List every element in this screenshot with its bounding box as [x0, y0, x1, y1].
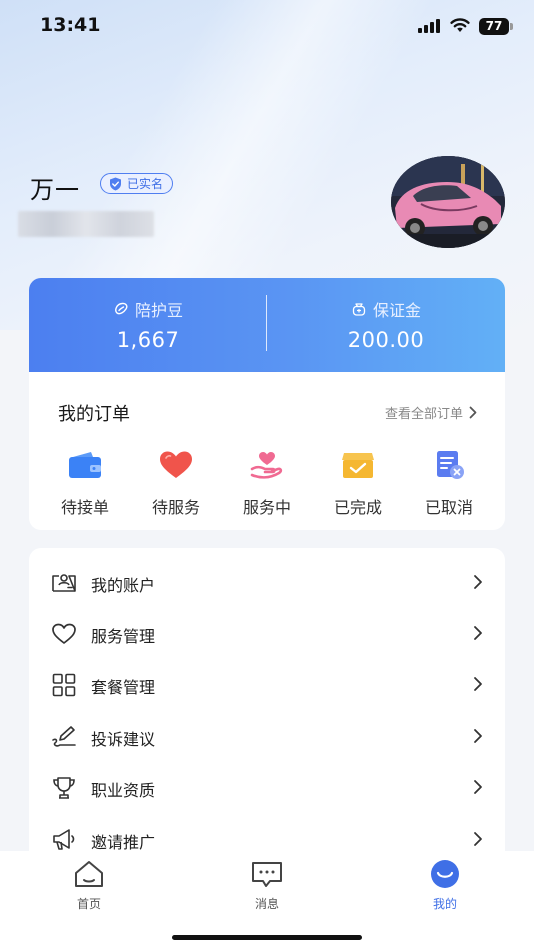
chevron-right-icon — [474, 729, 482, 743]
battery-level: 77 — [479, 18, 509, 35]
pen-feedback-icon — [52, 726, 76, 747]
verified-badge: 已实名 — [100, 173, 174, 194]
user-phone-blurred — [18, 211, 154, 237]
megaphone-icon — [53, 829, 75, 850]
chevron-right-icon — [474, 780, 482, 794]
heart-icon — [160, 451, 192, 478]
orders-card: 我的订单 查看全部订单 待接单 待服务 服务中 已完成 已取消 — [29, 372, 505, 530]
menu-label: 服务管理 — [91, 627, 156, 646]
home-icon — [75, 861, 103, 887]
menu-item-package-management[interactable]: 套餐管理 — [29, 660, 505, 710]
chevron-right-icon — [474, 626, 482, 640]
profile-smile-icon — [431, 860, 459, 888]
grid-icon — [52, 673, 76, 697]
menu-item-my-account[interactable]: 我的账户 — [29, 558, 505, 608]
beans-value: 1,667 — [116, 328, 180, 352]
tab-label: 我的 — [432, 897, 457, 911]
tab-profile[interactable]: 我的 — [400, 859, 490, 912]
beans-balance[interactable]: 陪护豆 1,667 — [29, 278, 267, 372]
order-label: 已取消 — [424, 498, 473, 517]
menu-card: 我的账户 服务管理 套餐管理 投诉建议 职业资质 邀请推广 — [29, 548, 505, 868]
menu-item-complaints[interactable]: 投诉建议 — [29, 712, 505, 762]
wallet-icon — [69, 452, 101, 478]
orders-title: 我的订单 — [58, 404, 130, 425]
hand-heart-icon — [250, 452, 283, 479]
deposit-value: 200.00 — [347, 328, 425, 352]
home-indicator — [172, 935, 362, 940]
order-label: 服务中 — [242, 498, 291, 517]
bean-icon — [115, 302, 128, 315]
menu-label: 套餐管理 — [91, 678, 156, 697]
view-all-orders-label: 查看全部订单 — [384, 407, 463, 422]
chevron-right-icon — [474, 832, 482, 846]
user-name: 万一 — [30, 176, 80, 204]
verified-label: 已实名 — [127, 177, 164, 191]
order-label: 待接单 — [60, 498, 109, 517]
heart-outline-icon — [52, 623, 76, 644]
avatar[interactable] — [391, 156, 505, 248]
balance-card: 陪护豆 1,667 保证金 200.00 — [29, 278, 505, 372]
order-cancelled[interactable]: 已取消 — [409, 450, 489, 518]
status-bar: 13:41 77 — [0, 0, 534, 54]
order-label: 待服务 — [151, 498, 200, 517]
tab-messages[interactable]: 消息 — [222, 859, 312, 912]
wifi-icon — [450, 18, 470, 32]
menu-item-qualifications[interactable]: 职业资质 — [29, 763, 505, 813]
status-time: 13:41 — [40, 14, 101, 36]
view-all-orders-link[interactable]: 查看全部订单 — [385, 403, 477, 422]
account-card-icon — [52, 574, 76, 592]
menu-label: 投诉建议 — [91, 730, 156, 749]
battery-icon: 77 — [479, 18, 513, 35]
deposit-balance[interactable]: 保证金 200.00 — [267, 278, 505, 372]
signal-icon — [418, 19, 442, 33]
trophy-icon — [53, 777, 75, 799]
tab-home[interactable]: 首页 — [44, 859, 134, 912]
menu-label: 职业资质 — [91, 781, 156, 800]
box-check-icon — [342, 453, 374, 478]
order-completed[interactable]: 已完成 — [318, 450, 398, 518]
doc-cancel-icon — [437, 451, 464, 479]
beans-label: 陪护豆 — [134, 301, 183, 320]
chevron-right-icon — [474, 677, 482, 691]
menu-label: 我的账户 — [91, 576, 156, 595]
deposit-label: 保证金 — [372, 301, 421, 320]
menu-item-service-management[interactable]: 服务管理 — [29, 609, 505, 659]
avatar-photo — [391, 156, 505, 248]
money-bag-icon — [352, 303, 366, 316]
order-pending-service[interactable]: 待服务 — [136, 450, 216, 518]
tab-label: 消息 — [254, 897, 279, 911]
menu-label: 邀请推广 — [91, 833, 156, 852]
order-label: 已完成 — [333, 498, 382, 517]
shield-check-icon — [110, 177, 121, 190]
tab-label: 首页 — [76, 897, 101, 911]
chevron-right-icon — [474, 575, 482, 589]
chevron-right-icon — [469, 406, 477, 419]
message-icon — [252, 862, 282, 887]
order-pending-accept[interactable]: 待接单 — [45, 450, 125, 518]
order-in-service[interactable]: 服务中 — [227, 450, 307, 518]
